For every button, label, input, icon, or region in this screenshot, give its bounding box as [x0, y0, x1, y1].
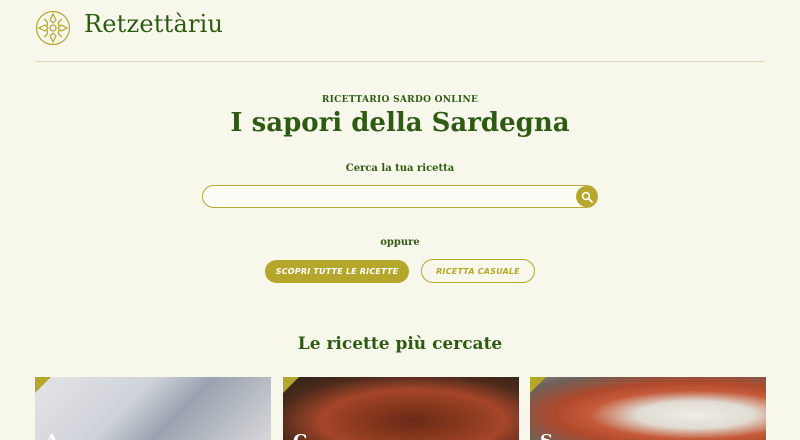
search-button[interactable] — [576, 186, 597, 207]
recipe-card[interactable]: S... — [530, 377, 766, 440]
card-corner-accent — [283, 377, 299, 393]
header-divider — [35, 61, 765, 62]
or-label: oppure — [380, 237, 420, 248]
site-header: Retzettàriu — [0, 0, 800, 62]
search-icon — [581, 191, 593, 203]
page-title: I sapori della Sardegna — [230, 108, 570, 138]
search-label: Cerca la tua ricetta — [345, 163, 455, 174]
popular-section-title: Le ricette più cercate — [297, 334, 503, 354]
recipe-title: A... — [45, 431, 78, 440]
card-corner-accent — [35, 377, 51, 393]
logo-icon[interactable] — [35, 10, 71, 46]
hero-eyebrow: RICETTARIO SARDO ONLINE — [321, 95, 479, 105]
recipe-title: C... — [293, 431, 326, 440]
card-corner-accent — [530, 377, 546, 393]
brand-name[interactable]: Retzettàriu — [84, 10, 223, 38]
search-box — [202, 185, 598, 208]
recipe-title: S... — [540, 431, 571, 440]
random-recipe-button[interactable]: RICETTA CASUALE — [421, 259, 535, 283]
search-input[interactable] — [213, 189, 577, 207]
recipe-card[interactable]: A... — [35, 377, 271, 440]
recipe-card[interactable]: C... — [283, 377, 519, 440]
all-recipes-button[interactable]: SCOPRI TUTTE LE RICETTE — [265, 260, 409, 283]
